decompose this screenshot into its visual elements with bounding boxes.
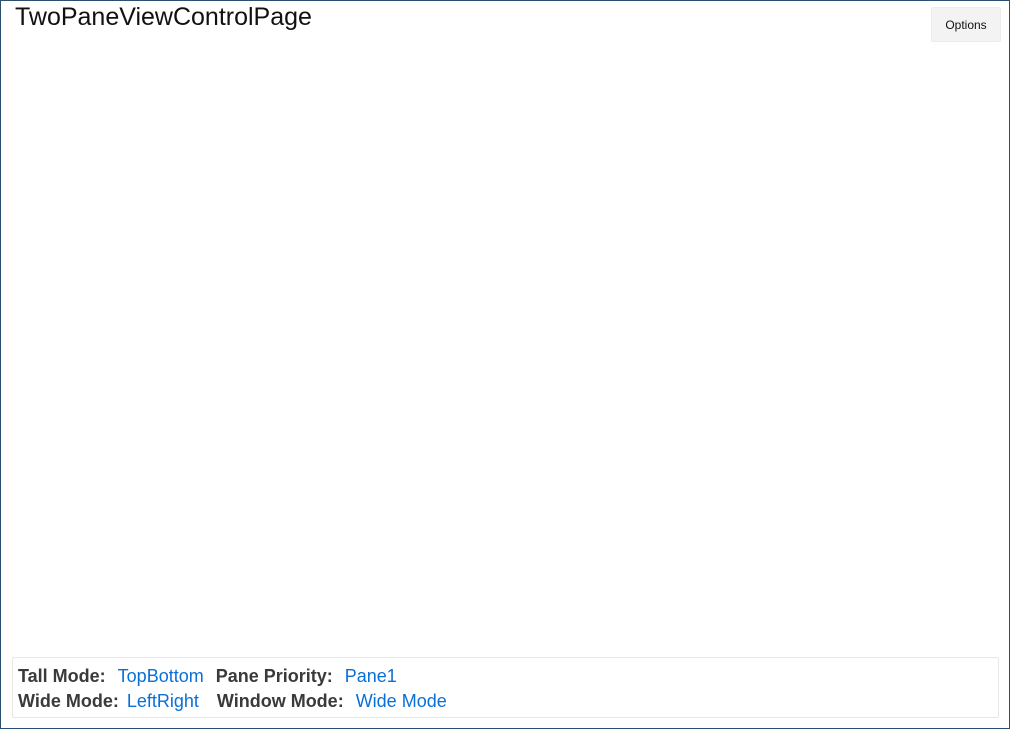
- status-panel: Tall Mode: TopBottom Pane Priority: Pane…: [12, 657, 999, 718]
- tall-mode-value: TopBottom: [117, 665, 204, 686]
- pane-priority-label: Pane Priority:: [215, 665, 333, 686]
- page-title: TwoPaneViewControlPage: [15, 3, 312, 31]
- pane-priority-value: Pane1: [344, 665, 397, 686]
- tall-mode-label: Tall Mode:: [18, 665, 106, 686]
- window-mode-value: Wide Mode: [355, 690, 447, 711]
- status-row-tall: Tall Mode: TopBottom Pane Priority: Pane…: [18, 664, 397, 688]
- options-button[interactable]: Options: [931, 7, 1001, 42]
- wide-mode-label: Wide Mode:: [18, 690, 119, 711]
- wide-mode-value: LeftRight: [126, 690, 199, 711]
- window-mode-label: Window Mode:: [216, 690, 344, 711]
- status-row-wide: Wide Mode: LeftRight Window Mode: Wide M…: [18, 689, 447, 713]
- app-window: TwoPaneViewControlPage Options Tall Mode…: [0, 0, 1010, 729]
